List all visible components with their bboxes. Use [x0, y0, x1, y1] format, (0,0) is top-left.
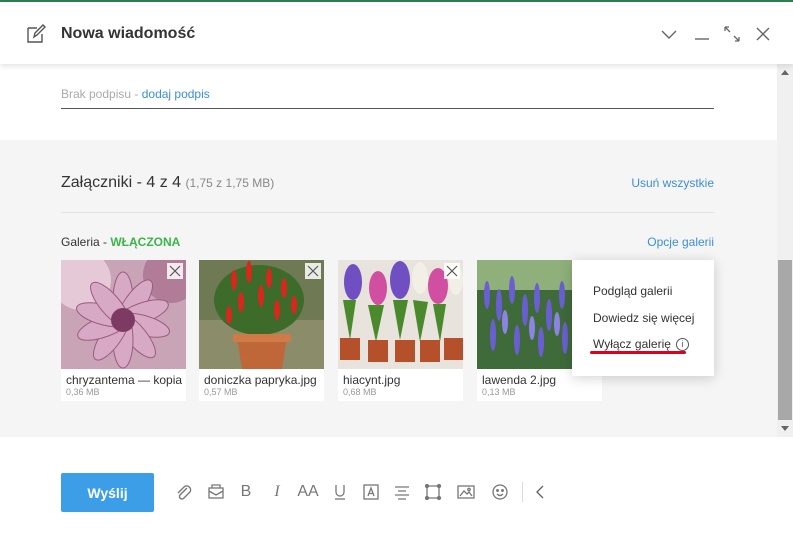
highlight-underline: [590, 351, 686, 354]
gallery-options-menu: Podgląd galerii Dowiedz się więcej Wyłąc…: [572, 260, 714, 376]
italic-icon[interactable]: I: [267, 482, 287, 502]
attachment-name: doniczka papryka.jpg: [204, 373, 317, 387]
envelope-icon[interactable]: [206, 482, 226, 502]
attachment-name: hiacynt.jpg: [343, 373, 401, 387]
menu-item-disable-gallery[interactable]: Wyłącz galerię i: [593, 337, 689, 352]
underline-icon[interactable]: [330, 482, 350, 502]
gallery-status-label: Galeria - WŁĄCZONA: [61, 235, 181, 249]
remove-all-link[interactable]: Usuń wszystkie: [631, 176, 714, 190]
signature-line: Brak podpisu - dodaj podpis: [61, 87, 210, 101]
gallery-options-link[interactable]: Opcje galerii: [647, 235, 714, 249]
paperclip-icon[interactable]: [174, 482, 194, 502]
remove-attachment-icon[interactable]: [444, 263, 460, 279]
attachment-size: 0,36 MB: [66, 387, 100, 397]
frame-icon[interactable]: [423, 482, 443, 502]
collapse-chevron-icon[interactable]: [658, 23, 680, 45]
minimize-icon[interactable]: [691, 23, 713, 45]
image-icon[interactable]: [456, 482, 476, 502]
compose-title: Nowa wiadomość: [61, 25, 196, 42]
no-signature-text: Brak podpisu -: [61, 87, 142, 101]
attachment-thumb[interactable]: doniczka papryka.jpg 0,57 MB: [199, 260, 324, 401]
close-icon[interactable]: [752, 23, 774, 45]
expand-icon[interactable]: [721, 23, 743, 45]
scroll-down-arrow-icon[interactable]: [781, 426, 789, 431]
attachments-divider: [61, 212, 714, 213]
send-button[interactable]: Wyślij: [61, 473, 154, 512]
gallery-status-value: WŁĄCZONA: [110, 235, 181, 249]
compose-body: Brak podpisu - dodaj podpis Załączniki -…: [0, 64, 777, 437]
add-signature-link[interactable]: dodaj podpis: [142, 87, 210, 101]
attachment-size: 0,57 MB: [204, 387, 238, 397]
attachments-title: Załączniki - 4 z 4 (1,75 z 1,75 MB): [61, 174, 275, 191]
toolbar-divider: [522, 482, 523, 502]
attachment-size: 0,68 MB: [343, 387, 377, 397]
compose-footer: Wyślij B I AA: [0, 437, 793, 560]
attachment-thumb[interactable]: chryzantema — kopia.jpg 0,36 MB: [61, 260, 186, 401]
attachments-size: (1,75 z 1,75 MB): [185, 176, 275, 190]
compose-icon: [27, 24, 46, 43]
menu-item-learn-more[interactable]: Dowiedz się więcej: [593, 311, 694, 325]
attachment-size: 0,13 MB: [482, 387, 516, 397]
menu-item-gallery-preview[interactable]: Podgląd galerii: [593, 284, 672, 298]
remove-attachment-icon[interactable]: [305, 263, 321, 279]
emoji-icon[interactable]: [490, 482, 510, 502]
font-size-icon[interactable]: AA: [296, 482, 320, 502]
scrollbar-thumb[interactable]: [778, 260, 792, 420]
bold-icon[interactable]: B: [236, 482, 256, 502]
chevron-left-icon[interactable]: [530, 482, 550, 502]
signature-section: Brak podpisu - dodaj podpis: [0, 64, 777, 140]
attachment-thumb[interactable]: hiacynt.jpg 0,68 MB: [338, 260, 463, 401]
remove-attachment-icon[interactable]: [167, 263, 183, 279]
scroll-up-arrow-icon[interactable]: [781, 70, 789, 75]
compose-header: Nowa wiadomość: [0, 6, 793, 64]
align-icon[interactable]: [392, 482, 412, 502]
scrollbar[interactable]: [777, 64, 793, 437]
attachment-name: chryzantema — kopia.jpg: [66, 373, 182, 387]
text-color-icon[interactable]: [361, 482, 381, 502]
signature-divider: [61, 108, 714, 109]
info-icon[interactable]: i: [675, 338, 689, 352]
